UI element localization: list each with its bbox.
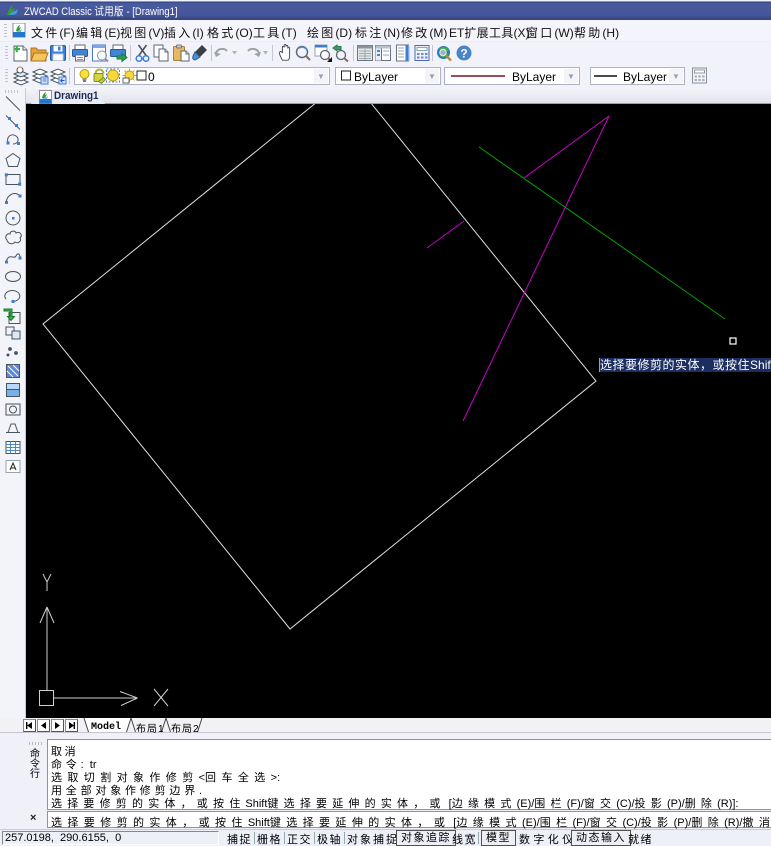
svg-text:?: ?	[460, 47, 467, 61]
svg-text:Model: Model	[91, 721, 121, 733]
